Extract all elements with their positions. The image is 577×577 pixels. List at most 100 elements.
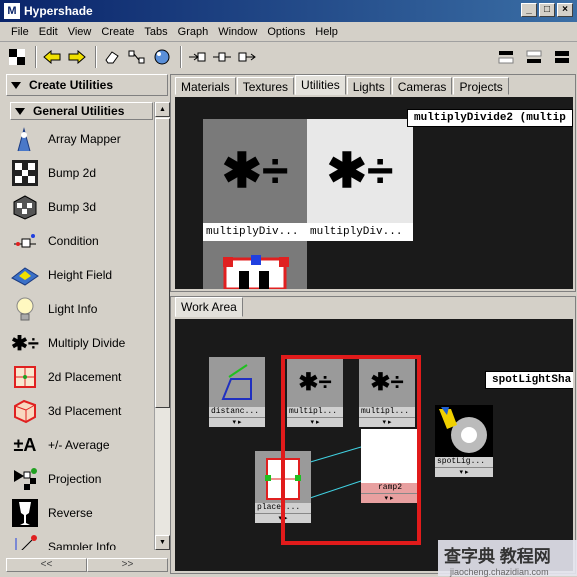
- tab-lights[interactable]: Lights: [346, 77, 391, 95]
- node-ports[interactable]: ▾ ▸: [209, 417, 265, 427]
- tab-projects[interactable]: Projects: [453, 77, 509, 95]
- menu-file[interactable]: File: [6, 26, 34, 38]
- 3d-placement-icon: [10, 396, 40, 426]
- layout-bottom-icon[interactable]: [523, 46, 545, 68]
- utility-list: Array Mapper Bump 2d Bump 3d Condition H…: [10, 122, 153, 550]
- utilities-canvas[interactable]: ✱÷ multiplyDiv... ✱÷ multiplyDiv... mult…: [175, 97, 573, 289]
- reverse-icon: [10, 498, 40, 528]
- create-utilities-header[interactable]: Create Utilities: [6, 74, 168, 96]
- list-item-multiply-divide[interactable]: ✱÷ Multiply Divide: [10, 326, 153, 360]
- create-utilities-panel: Create Utilities General Utilities Array…: [6, 74, 170, 574]
- node-label: spotLig...: [435, 457, 493, 467]
- light-info-icon: [10, 294, 40, 324]
- scroll-down-button[interactable]: ▼: [155, 535, 170, 550]
- app-icon: M: [4, 3, 20, 19]
- menu-graph[interactable]: Graph: [173, 26, 214, 38]
- menu-create[interactable]: Create: [96, 26, 139, 38]
- output-connections-icon[interactable]: [236, 46, 258, 68]
- eraser-icon[interactable]: [101, 46, 123, 68]
- tab-textures[interactable]: Textures: [236, 77, 295, 95]
- list-item-bump-3d[interactable]: Bump 3d: [10, 190, 153, 224]
- 2d-placement-icon: [10, 362, 40, 392]
- placement-node[interactable]: [203, 241, 307, 289]
- tab-cameras[interactable]: Cameras: [391, 77, 453, 95]
- menu-bar: File Edit View Create Tabs Graph Window …: [0, 22, 577, 42]
- list-item-projection[interactable]: Projection: [10, 462, 153, 496]
- arrow-right-icon[interactable]: [66, 46, 88, 68]
- work-area-canvas[interactable]: distanc... ▾ ▸ ✱÷ multipl... ▾ ▸ ✱÷ mult…: [175, 319, 573, 571]
- minimize-button[interactable]: _: [521, 3, 537, 17]
- checker-icon[interactable]: [6, 46, 28, 68]
- list-item-3d-placement[interactable]: 3d Placement: [10, 394, 153, 428]
- node-tooltip: spotLightSha: [485, 371, 573, 389]
- list-item-2d-placement[interactable]: 2d Placement: [10, 360, 153, 394]
- general-utilities-header[interactable]: General Utilities: [10, 102, 153, 120]
- maximize-button[interactable]: □: [539, 3, 555, 17]
- distance-icon: [221, 364, 252, 400]
- graph-icon[interactable]: [126, 46, 148, 68]
- menu-window[interactable]: Window: [213, 26, 262, 38]
- collapse-triangle-icon: [15, 107, 25, 115]
- list-item-light-info[interactable]: Light Info: [10, 292, 153, 326]
- input-output-connections-icon[interactable]: [211, 46, 233, 68]
- window-title: Hypershade: [24, 4, 93, 18]
- condition-icon: [10, 226, 40, 256]
- height-field-icon: [10, 260, 40, 290]
- watermark: 查字典 教程网 jiaocheng.chazidian.com: [438, 540, 577, 577]
- title-bar: M Hypershade _ □ ×: [0, 0, 577, 22]
- multiply-divide-icon: ✱÷: [326, 145, 394, 198]
- multiply-divide-icon: ✱÷: [11, 332, 39, 355]
- nav-forward-button[interactable]: >>: [87, 558, 168, 572]
- node-label: distanc...: [209, 407, 265, 417]
- list-item-sampler-info[interactable]: Sampler Info: [10, 530, 153, 550]
- list-item-bump-2d[interactable]: Bump 2d: [10, 156, 153, 190]
- spotlight-icon: [435, 405, 493, 457]
- tab-utilities[interactable]: Utilities: [295, 75, 346, 95]
- menu-tabs[interactable]: Tabs: [139, 26, 172, 38]
- list-item-plus-minus-average[interactable]: ±A +/- Average: [10, 428, 153, 462]
- work-area-tab-bar: Work Area: [171, 297, 575, 317]
- multiply-divide-icon: ✱÷: [221, 145, 289, 198]
- tab-work-area[interactable]: Work Area: [175, 297, 243, 317]
- bump-2d-icon: [10, 158, 40, 188]
- layout-top-icon[interactable]: [495, 46, 517, 68]
- node-label: multiplyDiv...: [307, 223, 413, 241]
- distance-node[interactable]: distanc... ▾ ▸: [209, 357, 265, 427]
- node-ports[interactable]: ▾ ▸: [435, 467, 493, 477]
- layout-split-icon[interactable]: [551, 46, 573, 68]
- utilities-panel: Materials Textures Utilities Lights Came…: [170, 74, 576, 292]
- node-label: multiplyDiv...: [203, 223, 307, 241]
- input-connections-icon[interactable]: [186, 46, 208, 68]
- panel-nav: << >>: [6, 558, 168, 572]
- utility-list-scrollbar[interactable]: ▲ ▼: [154, 102, 170, 550]
- arrow-left-icon[interactable]: [41, 46, 63, 68]
- top-tab-bar: Materials Textures Utilities Lights Came…: [171, 75, 575, 95]
- list-item-height-field[interactable]: Height Field: [10, 258, 153, 292]
- scroll-up-button[interactable]: ▲: [155, 102, 170, 117]
- list-item-condition[interactable]: Condition: [10, 224, 153, 258]
- tab-materials[interactable]: Materials: [175, 77, 236, 95]
- menu-edit[interactable]: Edit: [34, 26, 63, 38]
- multiply-divide-node-1[interactable]: ✱÷ multiplyDiv...: [203, 119, 307, 241]
- 2d-placement-icon: [223, 255, 289, 289]
- work-area-panel: Work Area distanc... ▾ ▸ ✱÷ multipl... ▾…: [170, 296, 576, 574]
- highlight-box: [281, 355, 421, 545]
- menu-view[interactable]: View: [63, 26, 97, 38]
- collapse-triangle-icon: [11, 81, 21, 89]
- multiply-divide-node-2[interactable]: ✱÷ multiplyDiv...: [307, 119, 413, 241]
- scroll-thumb[interactable]: [155, 118, 170, 408]
- list-item-array-mapper[interactable]: Array Mapper: [10, 122, 153, 156]
- nav-back-button[interactable]: <<: [6, 558, 87, 572]
- sampler-info-icon: [10, 532, 40, 550]
- list-item-reverse[interactable]: Reverse: [10, 496, 153, 530]
- array-mapper-icon: [10, 124, 40, 154]
- toolbar-separator: [180, 46, 182, 68]
- plus-minus-average-icon: ±A: [13, 434, 37, 455]
- menu-help[interactable]: Help: [310, 26, 343, 38]
- material-graph-icon[interactable]: [151, 46, 173, 68]
- spotlight-node[interactable]: spotLig... ▾ ▸: [435, 405, 493, 477]
- menu-options[interactable]: Options: [262, 26, 310, 38]
- toolbar-separator: [35, 46, 37, 68]
- bump-3d-icon: [10, 192, 40, 222]
- close-button[interactable]: ×: [557, 3, 573, 17]
